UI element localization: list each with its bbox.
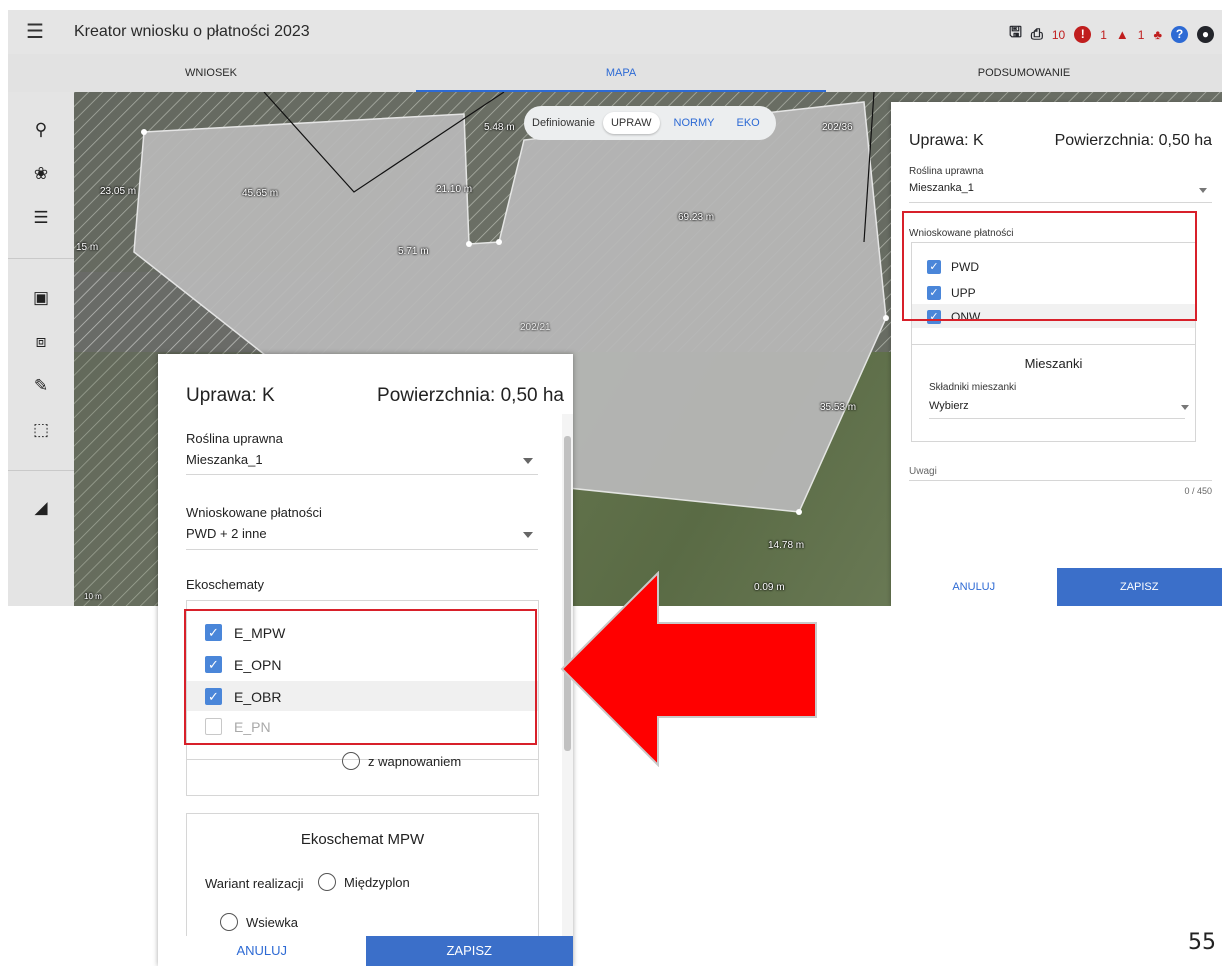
print-icon[interactable]: ⎙ (1031, 26, 1043, 43)
ruler-icon[interactable]: ◢ (8, 498, 74, 518)
app-toolbar: ☰ Kreator wniosku o płatności 2023 🖫 ⎙ 1… (8, 10, 1222, 54)
variant-label: Wariant realizacji (205, 876, 304, 891)
search-icon[interactable]: ⚲ (8, 120, 74, 140)
warning-icon[interactable]: ▲ (1116, 27, 1129, 42)
radio-icon (342, 752, 360, 770)
liming-radio[interactable]: z wapnowaniem (342, 752, 461, 770)
error-icon[interactable]: ! (1074, 26, 1092, 43)
measurement-label: 69.23 m (678, 212, 715, 223)
ecoschemes-label: Ekoschematy (186, 577, 265, 592)
highlight-box (184, 609, 537, 745)
save-button[interactable]: ZAPISZ (365, 936, 573, 966)
map-tools-sidebar: ⚲ ❀ ☰ ▣ ⧈ ✎ ⬚ ◢ (8, 92, 74, 606)
measurement-label: 23.05 m (100, 186, 137, 197)
pencil-icon[interactable]: ✎ (8, 376, 74, 396)
notifications-count: 1 (1137, 27, 1145, 42)
tab-mapa[interactable]: MAPA (416, 54, 826, 92)
crop-select[interactable]: Mieszanka_1 (186, 452, 263, 467)
crop-label: Roślina uprawna (909, 166, 984, 177)
crop-select[interactable]: Mieszanka_1 (909, 182, 974, 194)
payments-label: Wnioskowane płatności (186, 505, 322, 520)
sidebar-divider (8, 470, 74, 471)
save-icon[interactable]: 🖫 (1009, 22, 1022, 47)
toolbar-icons: 🖫 ⎙ 10 ! 1 ▲ 1 ♣ ? ● (1009, 22, 1214, 47)
mixture-components-label: Składniki mieszanki (929, 382, 1017, 393)
warnings-count: 1 (1100, 27, 1107, 42)
account-icon[interactable]: ● (1197, 26, 1214, 43)
layers-icon[interactable]: ⧈ (8, 332, 74, 352)
list-icon[interactable]: ☰ (8, 208, 74, 228)
mode-upraw[interactable]: UPRAW (602, 112, 660, 134)
box-divider (912, 344, 1195, 345)
tab-podsumowanie[interactable]: PODSUMOWANIE (826, 54, 1222, 92)
help-icon[interactable]: ? (1171, 26, 1188, 43)
main-tabs: WNIOSEK MAPA PODSUMOWANIE (8, 54, 1222, 92)
mode-label: Definiowanie (532, 117, 595, 129)
radio-icon (318, 873, 336, 891)
plant-icon[interactable]: ❀ (8, 164, 74, 184)
select-area-icon[interactable]: ▣ (8, 288, 74, 308)
field-underline (186, 474, 538, 475)
parcel-label: 202/36 (822, 122, 853, 133)
cancel-button[interactable]: ANULUJ (891, 568, 1057, 606)
measurement-label: 5.48 m (484, 122, 515, 133)
field-underline (186, 549, 538, 550)
chevron-down-icon[interactable] (1199, 188, 1207, 193)
measurement-label: 15 m (76, 242, 99, 253)
measurement-label: 45.65 m (242, 188, 279, 199)
vertex-marker (496, 239, 502, 245)
mpw-title: Ekoschemat MPW (300, 831, 425, 848)
dialog-title: Uprawa: K (186, 385, 275, 406)
mixtures-title: Mieszanki (1024, 356, 1083, 371)
mode-normy[interactable]: NORMY (666, 112, 723, 134)
document-page: ☰ Kreator wniosku o płatności 2023 🖫 ⎙ 1… (0, 0, 1222, 966)
panel-header: Uprawa: K Powierzchnia: 0,50 ha (909, 132, 1212, 150)
field-underline (929, 418, 1185, 419)
field-underline (909, 202, 1212, 203)
panel-title: Uprawa: K (909, 132, 984, 149)
payments-select[interactable]: PWD + 2 inne (186, 526, 267, 541)
hamburger-icon[interactable]: ☰ (26, 22, 44, 42)
panel-area: Powierzchnia: 0,50 ha (1054, 132, 1212, 149)
errors-count: 10 (1051, 27, 1066, 42)
cancel-button[interactable]: ANULUJ (158, 936, 366, 966)
save-button[interactable]: ZAPISZ (1056, 568, 1222, 606)
vertex-marker (466, 241, 472, 247)
variant-radio-miedzyplon[interactable]: Międzyplon (318, 873, 410, 891)
mixture-components-select[interactable]: Wybierz (929, 400, 969, 412)
dialog-area: Powierzchnia: 0,50 ha (377, 385, 564, 406)
notes-counter: 0 / 450 (1184, 486, 1212, 496)
radio-icon (220, 913, 238, 931)
vertex-marker (141, 129, 147, 135)
app-title: Kreator wniosku o płatności 2023 (74, 23, 310, 40)
page-number: 55 (1188, 930, 1216, 955)
mode-eko[interactable]: EKO (728, 112, 767, 134)
parcel-label: 202/21 (520, 322, 551, 333)
dialog-header: Uprawa: K Powierzchnia: 0,50 ha (186, 385, 564, 407)
dialog-footer: ANULUJ ZAPISZ (158, 936, 573, 966)
variant-radio-wsiewka[interactable]: Wsiewka (220, 913, 298, 931)
crop-icon[interactable]: ⬚ (8, 420, 74, 440)
vertex-marker (883, 315, 889, 321)
chevron-down-icon[interactable] (523, 532, 533, 538)
crop-label: Roślina uprawna (186, 431, 283, 446)
bell-icon[interactable]: ♣ (1153, 27, 1162, 42)
panel-footer: ANULUJ ZAPISZ (891, 568, 1222, 606)
tab-wniosek[interactable]: WNIOSEK (8, 54, 414, 92)
highlight-box (902, 211, 1197, 321)
vertex-marker (796, 509, 802, 515)
chevron-down-icon[interactable] (523, 458, 533, 464)
notes-field[interactable] (909, 480, 1212, 481)
measurement-label: 21.10 m (436, 184, 473, 195)
map-scale: 10 m (84, 592, 102, 601)
sidebar-divider (8, 258, 74, 259)
measurement-label: 14.78 m (768, 540, 805, 551)
chevron-down-icon[interactable] (1181, 405, 1189, 410)
red-arrow-icon (560, 571, 817, 767)
notes-label: Uwagi (909, 466, 937, 477)
measurement-label: 35.53 m (820, 402, 857, 413)
definition-mode-switch: Definiowanie UPRAW NORMY EKO (524, 106, 776, 140)
measurement-label: 5.71 m (398, 246, 429, 257)
crop-side-panel: Uprawa: K Powierzchnia: 0,50 ha Roślina … (891, 102, 1222, 606)
